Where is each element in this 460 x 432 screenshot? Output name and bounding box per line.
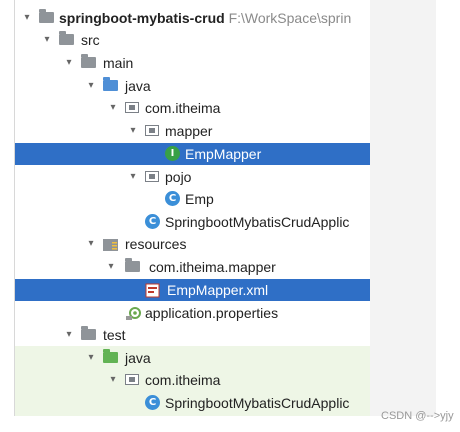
tree-row-application-class[interactable]: C SpringbootMybatisCrudApplic [15, 211, 371, 233]
tree-row-test[interactable]: ▾ test [15, 324, 371, 346]
folder-icon [125, 258, 140, 272]
folder-icon [81, 54, 96, 68]
tree-row-src[interactable]: ▾ src [15, 29, 371, 51]
tree-row-test-java[interactable]: ▾ java [15, 347, 371, 369]
chevron-down-icon[interactable]: ▾ [105, 260, 117, 274]
tree-label-java: java [125, 78, 151, 94]
spring-boot-class-icon: C [145, 395, 160, 410]
chevron-down-icon[interactable]: ▾ [85, 351, 97, 365]
mybatis-xml-icon [145, 283, 161, 298]
properties-icon [125, 306, 141, 320]
scrollbar-track[interactable] [370, 0, 436, 416]
chevron-down-icon[interactable]: ▾ [85, 79, 97, 93]
tree-row-mapper[interactable]: ▾ mapper [15, 120, 371, 142]
spring-boot-class-icon: C [145, 214, 160, 229]
tree-row-project[interactable]: ▾ springboot-mybatis-crud F:\WorkSpace\s… [15, 7, 371, 29]
tree-row-main[interactable]: ▾ main [15, 52, 371, 74]
tree-label-application-class: SpringbootMybatisCrudApplic [165, 214, 350, 230]
tree-label-empmapper: EmpMapper [185, 146, 262, 162]
tree-label-src: src [81, 32, 100, 48]
chevron-down-icon[interactable]: ▾ [127, 170, 139, 184]
tree-row-resources[interactable]: ▾ resources [15, 233, 371, 255]
tree-label-empmapper-xml: EmpMapper.xml [167, 282, 269, 298]
tree-label-application-properties: application.properties [145, 305, 279, 321]
tree-label-test-java: java [125, 350, 151, 366]
test-folder-icon [103, 349, 118, 363]
tree-label-resource-package: com.itheima.mapper [149, 259, 276, 275]
tree-label-resources: resources [125, 236, 187, 252]
tree-row-empmapper[interactable]: I EmpMapper [15, 143, 371, 165]
source-folder-icon [103, 77, 118, 91]
tree-label-main: main [103, 55, 134, 71]
package-icon [145, 125, 159, 136]
folder-icon [81, 326, 96, 340]
chevron-down-icon[interactable]: ▾ [41, 33, 53, 47]
folder-icon [39, 9, 54, 23]
project-path: F:\WorkSpace\sprin [228, 10, 352, 26]
interface-icon: I [165, 146, 180, 161]
tree-label-emp: Emp [185, 191, 214, 207]
tree-row-package-main[interactable]: ▾ com.itheima [15, 97, 371, 119]
tree-label-test-package: com.itheima [145, 372, 221, 388]
tree-label-test: test [103, 327, 126, 343]
chevron-down-icon[interactable]: ▾ [63, 328, 75, 342]
chevron-down-icon[interactable]: ▾ [85, 237, 97, 251]
folder-icon [59, 31, 74, 45]
tree-row-test-package[interactable]: ▾ com.itheima [15, 369, 371, 391]
tree-row-java[interactable]: ▾ java [15, 75, 371, 97]
package-icon [125, 374, 139, 385]
project-name: springboot-mybatis-crud [59, 10, 225, 26]
tree-row-pojo[interactable]: ▾ pojo [15, 166, 371, 188]
tree-row-application-properties[interactable]: application.properties [15, 302, 371, 324]
tree-row-emp[interactable]: C Emp [15, 188, 371, 210]
tree-label-pojo: pojo [165, 169, 192, 185]
project-tree-panel: ▾ springboot-mybatis-crud F:\WorkSpace\s… [14, 0, 372, 416]
watermark: CSDN @-->yjy [381, 410, 454, 422]
chevron-down-icon[interactable]: ▾ [21, 11, 33, 25]
package-icon [125, 102, 139, 113]
tree-label-package: com.itheima [145, 100, 221, 116]
tree-label-test-application-class: SpringbootMybatisCrudApplic [165, 395, 350, 411]
chevron-down-icon[interactable]: ▾ [63, 56, 75, 70]
package-icon [145, 171, 159, 182]
tree-label-mapper: mapper [165, 123, 213, 139]
resources-folder-icon [103, 238, 119, 251]
chevron-down-icon[interactable]: ▾ [107, 373, 119, 387]
chevron-down-icon[interactable]: ▾ [127, 124, 139, 138]
tree-row-test-application-class[interactable]: C SpringbootMybatisCrudApplic [15, 392, 371, 414]
chevron-down-icon[interactable]: ▾ [107, 101, 119, 115]
tree-row-resource-package[interactable]: ▾ com.itheima.mapper [15, 256, 371, 278]
class-icon: C [165, 191, 180, 206]
tree-row-empmapper-xml[interactable]: EmpMapper.xml [15, 279, 371, 301]
